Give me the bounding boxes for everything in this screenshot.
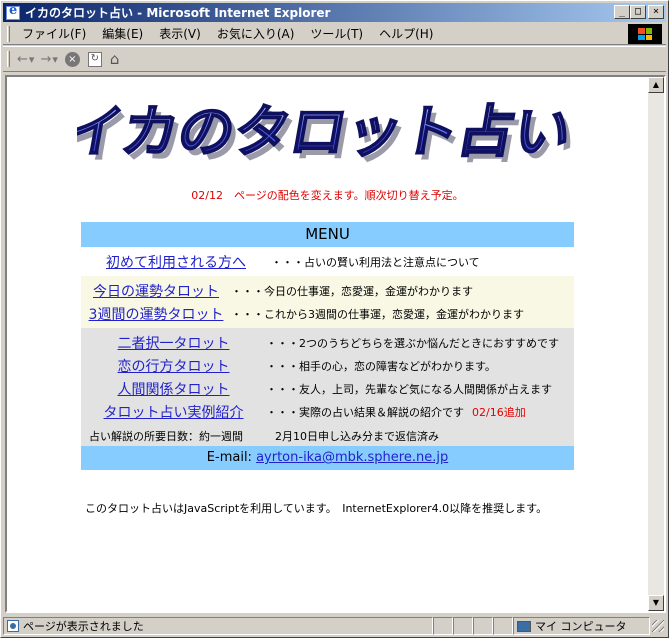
- menu-description: ・・・今日の仕事運，恋愛運，金運がわかります: [231, 284, 473, 298]
- page-icon: [7, 620, 19, 632]
- vertical-scrollbar[interactable]: ▲ ▼: [648, 77, 664, 611]
- forward-button[interactable]: → ▾: [40, 52, 57, 67]
- menu-link[interactable]: タロット占い実例紹介: [104, 405, 244, 421]
- ie-icon: [6, 3, 20, 20]
- scroll-up-button[interactable]: ▲: [648, 77, 664, 93]
- minimize-button[interactable]: _: [614, 5, 630, 19]
- menu-section: 今日の運勢タロット ・・・今日の仕事運，恋愛運，金運がわかります 3週間の運勢タロッ…: [81, 276, 574, 328]
- menu-sections: 初めて利用される方へ ・・・占いの賢い利用法と注意点について 今日の運勢タロット ・・…: [81, 247, 574, 426]
- email-label: E-mail:: [206, 450, 252, 465]
- menu-bar: ファイル(F) 編集(E) 表示(V) お気に入り(A) ツール(T) ヘルプ(…: [3, 23, 666, 45]
- menu-link-cell: 初めて利用される方へ: [81, 252, 271, 272]
- forward-arrow-icon: →: [40, 51, 52, 67]
- menu-link-cell: 3週間の運勢タロット: [81, 304, 231, 324]
- menu-favorites[interactable]: お気に入り(A): [209, 25, 303, 42]
- javascript-note: このタロット占いはJavaScriptを利用しています。 InternetExp…: [85, 502, 548, 515]
- menu-link[interactable]: 初めて利用される方へ: [106, 255, 246, 271]
- menu-link[interactable]: 3週間の運勢タロット: [89, 307, 224, 323]
- menu-description: ・・・これから3週間の仕事運，恋愛運，金運がわかります: [231, 307, 524, 321]
- chevron-down-icon: ▾: [52, 52, 58, 66]
- windows-logo-icon: [628, 24, 662, 44]
- status-message-pane: ページが表示されました: [3, 617, 433, 635]
- status-pane: [453, 617, 473, 635]
- toolbar-grip: [7, 51, 10, 67]
- menubar-grip: [7, 25, 10, 42]
- menu-row: 初めて利用される方へ ・・・占いの賢い利用法と注意点について: [81, 250, 574, 273]
- back-arrow-icon: ←: [17, 51, 28, 67]
- zone-label: マイ コンピュータ: [535, 620, 627, 633]
- status-message: ページが表示されました: [23, 620, 144, 633]
- maximize-button[interactable]: □: [630, 5, 646, 19]
- menu-link-cell: 人間関係タロット: [81, 379, 266, 399]
- email-link[interactable]: ayrton-ika@mbk.sphere.ne.jp: [256, 450, 448, 465]
- reply-status: 2月10日申し込み分まで返信済み: [275, 430, 439, 443]
- stop-icon[interactable]: ×: [64, 51, 80, 67]
- zone-pane: マイ コンピュータ: [513, 617, 650, 635]
- computer-icon: [517, 620, 531, 632]
- menu-row: 今日の運勢タロット ・・・今日の仕事運，恋愛運，金運がわかります: [81, 279, 574, 302]
- menu-row: 人間関係タロット ・・・友人，上司，先輩など気になる人間関係が占えます: [81, 377, 574, 400]
- menu-description: ・・・2つのうちどちらを選ぶか悩んだときにおすすめです: [266, 336, 559, 350]
- update-notice: 02/12 ページの配色を変えます。順次切り替え予定。: [191, 189, 464, 202]
- status-pane: [433, 617, 453, 635]
- menu-link[interactable]: 恋の行方タロット: [118, 359, 230, 375]
- menu-tools[interactable]: ツール(T): [302, 25, 371, 42]
- home-icon[interactable]: ⌂: [110, 50, 120, 68]
- menu-description: ・・・相手の心，恋の障害などがわかります。: [266, 359, 496, 373]
- menu-section: 二者択一タロット ・・・2つのうちどちらを選ぶか悩んだときにおすすめです恋の行方タ…: [81, 328, 574, 426]
- status-pane: [473, 617, 493, 635]
- resize-grip-icon[interactable]: [652, 620, 664, 632]
- menu-description: ・・・友人，上司，先輩など気になる人間関係が占えます: [266, 382, 552, 396]
- menu-description: ・・・占いの賢い利用法と注意点について: [271, 255, 480, 269]
- menu-help[interactable]: ヘルプ(H): [371, 25, 441, 42]
- menu-row: タロット占い実例紹介 ・・・実際の占い結果＆解説の紹介です 02/16追加: [81, 400, 574, 423]
- status-pane: [493, 617, 513, 635]
- menu-table: MENU 初めて利用される方へ ・・・占いの賢い利用法と注意点について今日の運勢タ…: [81, 222, 574, 470]
- menu-view[interactable]: 表示(V): [151, 25, 209, 42]
- menu-link-cell: 今日の運勢タロット: [81, 281, 231, 301]
- title-bar[interactable]: イカのタロット占い - Microsoft Internet Explorer …: [3, 3, 666, 22]
- page-viewport: イカのタロット占い イカのタロット占い 02/12 ページの配色を変えます。順次…: [5, 75, 666, 613]
- added-badge: 02/16追加: [472, 405, 526, 419]
- menu-link-cell: 恋の行方タロット: [81, 356, 266, 376]
- menu-description: ・・・実際の占い結果＆解説の紹介です: [266, 405, 464, 419]
- window-title: イカのタロット占い - Microsoft Internet Explorer: [25, 6, 331, 20]
- email-row: E-mail: ayrton-ika@mbk.sphere.ne.jp: [81, 446, 574, 470]
- site-logo: イカのタロット占い イカのタロット占い: [77, 99, 577, 171]
- menu-link[interactable]: 人間関係タロット: [118, 382, 230, 398]
- menu-row: 恋の行方タロット ・・・相手の心，恋の障害などがわかります。: [81, 354, 574, 377]
- menu-section: 初めて利用される方へ ・・・占いの賢い利用法と注意点について: [81, 247, 574, 276]
- close-button[interactable]: ×: [648, 5, 664, 19]
- menu-link-cell: タロット占い実例紹介: [81, 402, 266, 422]
- back-button[interactable]: ← ▾: [17, 52, 34, 67]
- page-content: イカのタロット占い イカのタロット占い 02/12 ページの配色を変えます。順次…: [7, 77, 648, 611]
- menu-row: 3週間の運勢タロット ・・・これから3週間の仕事運，恋愛運，金運がわかります: [81, 302, 574, 325]
- turnaround-label: 占い解説の所要日数：約一週間: [89, 430, 243, 443]
- turnaround-row: 占い解説の所要日数：約一週間 2月10日申し込み分まで返信済み: [81, 426, 574, 446]
- menu-file[interactable]: ファイル(F): [14, 25, 94, 42]
- status-bar: ページが表示されました マイ コンピュータ: [3, 616, 666, 636]
- menu-link[interactable]: 二者択一タロット: [118, 336, 230, 352]
- chevron-down-icon: ▾: [28, 52, 35, 66]
- scroll-down-button[interactable]: ▼: [648, 595, 664, 611]
- browser-window: イカのタロット占い - Microsoft Internet Explorer …: [0, 0, 669, 638]
- menu-edit[interactable]: 編集(E): [94, 25, 151, 42]
- refresh-icon[interactable]: ↻: [87, 51, 102, 67]
- menu-link-cell: 二者択一タロット: [81, 333, 266, 353]
- toolbar: ← ▾ → ▾ × ↻ ⌂: [3, 46, 666, 72]
- logo-text: イカのタロット占い: [77, 100, 576, 165]
- window-controls: _ □ ×: [614, 5, 664, 19]
- menu-row: 二者択一タロット ・・・2つのうちどちらを選ぶか悩んだときにおすすめです: [81, 331, 574, 354]
- menu-heading: MENU: [81, 222, 574, 247]
- menu-link[interactable]: 今日の運勢タロット: [93, 284, 219, 300]
